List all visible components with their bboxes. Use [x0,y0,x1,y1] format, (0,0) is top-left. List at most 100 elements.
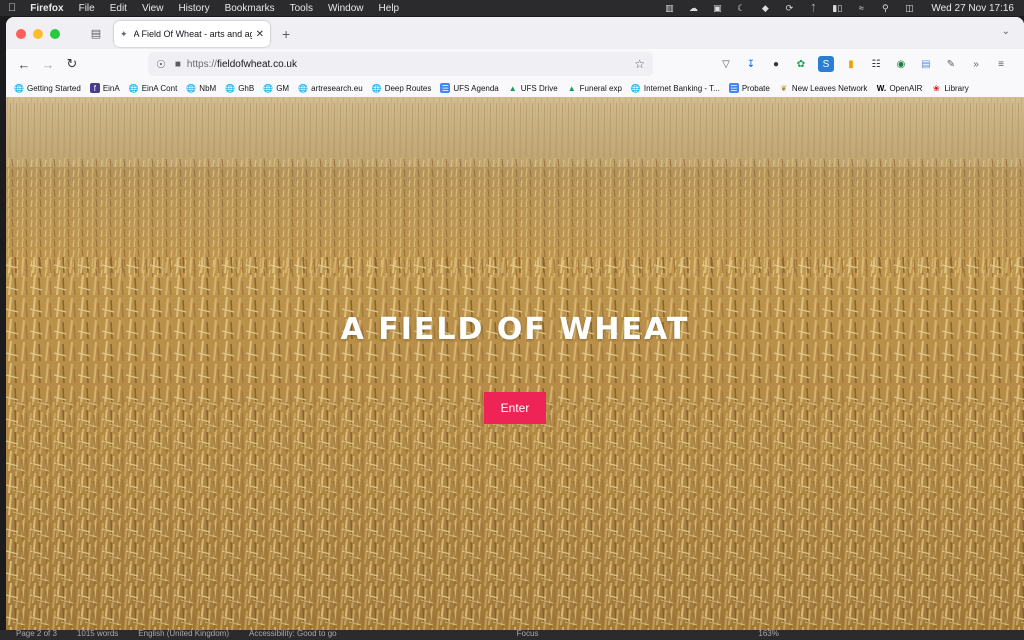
bookmark-label: Getting Started [27,83,81,93]
apple-menu-icon[interactable]:  [8,2,16,14]
more-tools-chevron-icon[interactable]: » [968,56,984,72]
sharing-icon[interactable]: ▥ [663,3,675,13]
forward-button[interactable]: → [40,56,56,72]
macos-menubar:  Firefox File Edit View History Bookmar… [0,0,1024,16]
bookmark-label: Probate [741,83,770,93]
shield-menubar-icon[interactable]: ◆ [759,3,771,13]
drive-icon: ▲ [567,83,576,93]
tracking-protection-shield-icon[interactable]: ☉ [156,58,166,71]
menu-firefox[interactable]: Firefox [30,3,63,14]
status-page-count: Page 2 of 3 [16,630,57,638]
account-avatar-icon[interactable]: ● [768,56,784,72]
bookmark-label: Library [944,83,969,93]
tab-title: A Field Of Wheat - arts and agri [133,29,252,39]
battery-icon[interactable]: ▮▯ [831,3,843,13]
menu-file[interactable]: File [79,3,95,14]
globe-icon: 🌐 [14,83,24,93]
bookmark-label: Deep Routes [384,83,432,93]
bookmark-ufs-drive[interactable]: ▲ UFS Drive [508,83,558,93]
window-icon[interactable]: ▣ [711,3,723,13]
firefox-view-icon[interactable]: ▤ [88,25,104,41]
docs-icon: ☰ [440,83,451,93]
tab-bar: ▤ ✦ A Field Of Wheat - arts and agri ✕ +… [6,17,1024,49]
bookmark-label: New Leaves Network [791,83,868,93]
enter-button[interactable]: Enter [484,392,546,424]
bookmark-library[interactable]: ❀ Library [931,83,969,93]
bookmark-probate[interactable]: ☰ Probate [728,83,770,93]
bookmark-openair[interactable]: W. OpenAIR [876,83,923,93]
spotlight-search-icon[interactable]: ⚲ [879,3,891,13]
globe-icon: 🌐 [371,83,382,93]
bookmark-label: GhB [238,83,255,93]
orange-shield-extension-icon[interactable]: ▮ [843,56,859,72]
bookmark-ghb[interactable]: 🌐 GhB [225,83,254,93]
bookmark-eina-cont[interactable]: 🌐 EinA Cont [129,83,178,93]
bookmark-label: Internet Banking - T... [643,83,720,93]
url-bar[interactable]: ☉ ■ https://fieldofwheat.co.uk ☆ [148,52,653,76]
moon-icon[interactable]: ☾ [735,3,747,13]
sync-icon[interactable]: ⟳ [783,3,795,13]
bookmark-ufs-agenda[interactable]: ☰ UFS Agenda [440,83,499,93]
menu-bookmarks[interactable]: Bookmarks [225,3,275,14]
bookmark-label: UFS Agenda [453,83,499,93]
blue-s-extension-icon[interactable]: S [818,56,834,72]
menubar-clock[interactable]: Wed 27 Nov 17:16 [931,3,1014,14]
globe-icon: 🌐 [186,83,197,93]
bluetooth-icon[interactable]: ᛏ [807,3,819,13]
close-window-button[interactable] [16,29,26,39]
bookmark-star-icon[interactable]: ☆ [634,57,645,71]
control-center-icon[interactable]: ◫ [903,3,915,13]
menu-tools[interactable]: Tools [290,3,313,14]
status-focus: Focus [516,630,539,638]
close-tab-icon[interactable]: ✕ [256,29,264,40]
extensions-puzzle-icon[interactable]: ✎ [943,56,959,72]
wheat-field-background [6,97,1024,640]
leaf-icon: ❦ [780,83,788,93]
bookmark-eina[interactable]: f EinA [89,83,120,93]
green-extension-icon[interactable]: ✿ [793,56,809,72]
eina-logo-icon: f [89,83,100,93]
globe-icon: 🌐 [225,83,236,93]
bookmark-getting-started[interactable]: 🌐 Getting Started [14,83,81,93]
bookmark-gm[interactable]: 🌐 GM [263,83,289,93]
nav-toolbar: ← → ↻ ☉ ■ https://fieldofwheat.co.uk ☆ ▽… [6,49,1024,79]
list-all-tabs-chevron-icon[interactable]: ⌄ [1002,26,1010,37]
url-text[interactable]: https://fieldofwheat.co.uk [187,59,634,70]
zoom-window-button[interactable] [50,29,60,39]
bookmark-funeral-exp[interactable]: ▲ Funeral exp [567,83,622,93]
bookmark-internet-banking[interactable]: 🌐 Internet Banking - T... [631,83,720,93]
background-app-status-bar: Page 2 of 3 1015 words English (United K… [0,630,1024,640]
wifi-icon[interactable]: ≈ [855,3,867,13]
hamburger-menu-icon[interactable]: ≡ [993,56,1009,72]
bookmark-label: EinA [102,83,120,93]
bookmark-nbm[interactable]: 🌐 NbM [186,83,216,93]
window-controls [16,29,60,39]
bookmark-label: GM [276,83,290,93]
menu-help[interactable]: Help [379,3,400,14]
reload-button[interactable]: ↻ [64,56,80,72]
green-circle-extension-icon[interactable]: ◉ [893,56,909,72]
menu-view[interactable]: View [142,3,164,14]
status-word-count: 1015 words [76,630,119,638]
menu-edit[interactable]: Edit [110,3,127,14]
hero-title: A FIELD OF WHEAT [340,312,690,347]
padlock-icon[interactable]: ■ [175,59,181,70]
downloads-icon[interactable]: ↧ [743,56,759,72]
cloud-icon[interactable]: ☁ [687,3,699,13]
tab-active[interactable]: ✦ A Field Of Wheat - arts and agri ✕ [114,21,270,47]
bookmark-new-leaves[interactable]: ❦ New Leaves Network [779,83,868,93]
minimize-window-button[interactable] [33,29,43,39]
bars-extension-icon[interactable]: ☷ [868,56,884,72]
library-icon: ❀ [932,83,940,93]
pocket-icon[interactable]: ▽ [718,56,734,72]
back-button[interactable]: ← [16,56,32,72]
menu-history[interactable]: History [178,3,209,14]
document-extension-icon[interactable]: ▤ [918,56,934,72]
url-host: fieldofwheat.co.uk [216,58,297,70]
bookmark-artresearch[interactable]: 🌐 artresearch.eu [298,83,363,93]
browser-window: ▤ ✦ A Field Of Wheat - arts and agri ✕ +… [6,17,1024,640]
menu-window[interactable]: Window [328,3,364,14]
drive-icon: ▲ [508,83,517,93]
bookmark-deep-routes[interactable]: 🌐 Deep Routes [372,83,432,93]
new-tab-button[interactable]: + [282,26,290,42]
